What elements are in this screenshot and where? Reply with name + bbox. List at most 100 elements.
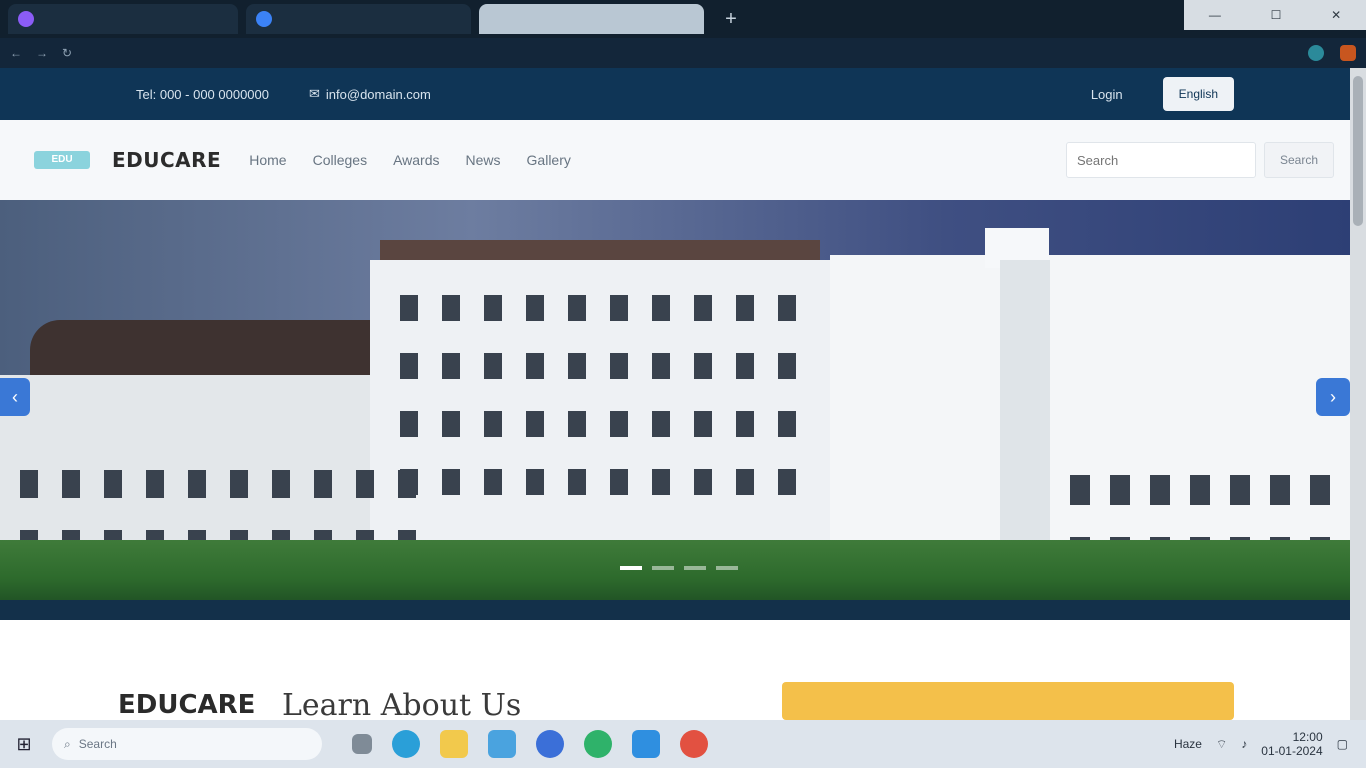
mail-icon[interactable] — [536, 730, 564, 758]
building-window — [610, 295, 628, 321]
store-icon[interactable] — [488, 730, 516, 758]
building-window — [610, 411, 628, 437]
close-button[interactable]: ✕ — [1331, 8, 1341, 22]
building-window — [104, 470, 122, 498]
site-navbar: EDU EDUCARE Home Colleges Awards News Ga… — [0, 120, 1350, 200]
building-window — [442, 353, 460, 379]
nav-search: Search — [1066, 142, 1334, 178]
file-explorer-icon[interactable] — [440, 730, 468, 758]
nav-link-gallery[interactable]: Gallery — [527, 152, 571, 168]
browser-tab[interactable] — [246, 4, 471, 34]
carousel-prev-button[interactable]: ‹ — [0, 378, 30, 416]
weather-text[interactable]: Haze — [1174, 737, 1202, 751]
building-window — [694, 295, 712, 321]
forward-button[interactable]: → — [36, 46, 48, 60]
taskbar-search-placeholder: Search — [78, 737, 117, 751]
login-link[interactable]: Login — [1091, 87, 1123, 102]
search-icon: ⌕ — [64, 736, 71, 751]
building-window — [694, 469, 712, 495]
logo-text[interactable]: EDUCARE — [112, 148, 221, 172]
building-window — [610, 469, 628, 495]
building-window — [146, 470, 164, 498]
carousel-dot[interactable] — [620, 566, 642, 570]
building-window — [484, 411, 502, 437]
task-view-icon[interactable] — [352, 734, 372, 754]
nav-link-colleges[interactable]: Colleges — [313, 152, 367, 168]
language-button[interactable]: English — [1162, 77, 1234, 111]
building-window — [356, 470, 374, 498]
browser-tab-active[interactable] — [479, 4, 704, 34]
hero-lawn — [0, 540, 1350, 605]
carousel-dot[interactable] — [652, 566, 674, 570]
notification-icon[interactable]: ▢ — [1337, 737, 1348, 751]
building-window — [1270, 475, 1290, 505]
building-window — [778, 295, 796, 321]
about-banner — [782, 682, 1234, 720]
building-window — [1110, 475, 1130, 505]
building-window — [568, 295, 586, 321]
building-window — [1070, 475, 1090, 505]
clock-time: 12:00 — [1292, 730, 1323, 744]
building-window — [736, 295, 754, 321]
whatsapp-icon[interactable] — [584, 730, 612, 758]
minimize-button[interactable]: — — [1209, 8, 1221, 22]
browser-tab[interactable] — [8, 4, 238, 34]
edge-icon[interactable] — [392, 730, 420, 758]
nav-link-home[interactable]: Home — [249, 152, 286, 168]
building-window — [230, 470, 248, 498]
os-taskbar: ⊞ ⌕ Search Haze ⌔ ♪ 12:00 01-01-2024 ▢ — [0, 720, 1366, 768]
carousel-dot[interactable] — [716, 566, 738, 570]
building-window — [1230, 475, 1250, 505]
clock[interactable]: 12:00 01-01-2024 — [1261, 730, 1322, 758]
network-icon[interactable]: ⌔ — [1216, 737, 1227, 752]
building-window — [526, 353, 544, 379]
building-window — [610, 353, 628, 379]
browser-address-bar: ← → ↻ — [0, 38, 1366, 68]
taskbar-search[interactable]: ⌕ Search — [52, 728, 322, 760]
extension-icon[interactable] — [1308, 45, 1324, 61]
reload-button[interactable]: ↻ — [62, 46, 72, 60]
building-window — [736, 411, 754, 437]
hero-carousel: ‹ › — [0, 200, 1350, 620]
page-scrollbar[interactable] — [1350, 68, 1366, 720]
back-button[interactable]: ← — [10, 46, 22, 60]
maximize-button[interactable]: ☐ — [1271, 8, 1282, 22]
nav-link-news[interactable]: News — [466, 152, 501, 168]
carousel-dot[interactable] — [684, 566, 706, 570]
search-button[interactable]: Search — [1264, 142, 1334, 178]
building-window — [568, 411, 586, 437]
logo-mark[interactable]: EDU — [34, 151, 90, 169]
building-window — [484, 469, 502, 495]
building-window — [526, 295, 544, 321]
contact-email[interactable]: ✉ info@domain.com — [309, 86, 431, 102]
chrome-icon[interactable] — [680, 730, 708, 758]
building-window — [62, 470, 80, 498]
scroll-thumb[interactable] — [1353, 76, 1363, 226]
building-window — [568, 469, 586, 495]
contact-phone: Tel: 000 - 000 0000000 — [136, 86, 269, 102]
start-button[interactable]: ⊞ — [12, 732, 36, 756]
building-window — [736, 469, 754, 495]
window-controls: — ☐ ✕ — [1184, 0, 1366, 30]
new-tab-button[interactable]: + — [718, 6, 744, 32]
clock-date: 01-01-2024 — [1261, 744, 1323, 758]
building-window — [314, 470, 332, 498]
profile-icon[interactable] — [1340, 45, 1356, 61]
about-brand: EDUCARE — [118, 690, 256, 720]
search-input[interactable] — [1066, 142, 1256, 178]
building-window — [736, 353, 754, 379]
nav-link-awards[interactable]: Awards — [393, 152, 439, 168]
building-window — [694, 353, 712, 379]
carousel-next-button[interactable]: › — [1316, 378, 1350, 416]
nav-links: Home Colleges Awards News Gallery — [249, 152, 571, 168]
browser-tab-strip: + — ☐ ✕ — [0, 0, 1366, 38]
tab-favicon-icon — [256, 11, 272, 27]
browser-app-icon[interactable] — [632, 730, 660, 758]
volume-icon[interactable]: ♪ — [1241, 737, 1247, 751]
building-window — [568, 353, 586, 379]
building-window — [778, 469, 796, 495]
browser-extensions — [1308, 45, 1356, 61]
building-window — [400, 411, 418, 437]
building-window — [400, 295, 418, 321]
building-window — [778, 411, 796, 437]
